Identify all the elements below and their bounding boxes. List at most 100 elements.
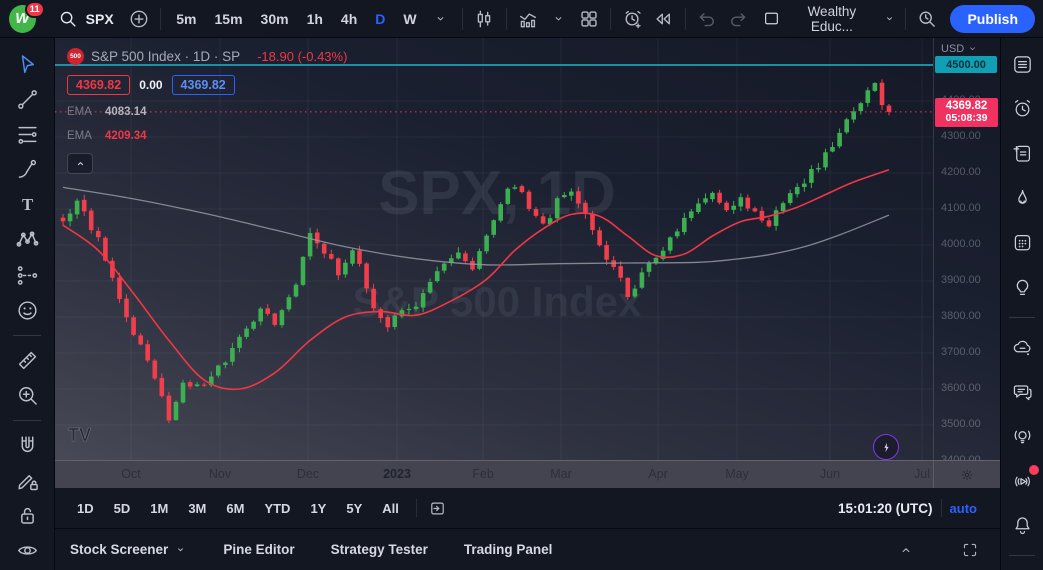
toolbar-divider [941, 499, 942, 517]
timeframe-5m[interactable]: 5m [167, 4, 205, 34]
ruler-tool[interactable] [8, 345, 46, 376]
server-clock[interactable]: 15:01:20 (UTC) [838, 501, 933, 516]
brush-tool[interactable] [8, 154, 46, 185]
trend-line-tool[interactable] [8, 84, 46, 115]
time-axis[interactable]: OctNovDec2023FebMarAprMayJunJul [55, 460, 1000, 488]
timeframe-15m[interactable]: 15m [206, 4, 252, 34]
timeframe-menu-chevron[interactable] [426, 4, 457, 34]
sp500-logo-badge: 500 [67, 48, 84, 65]
alert-price-badge[interactable]: 4500.00 [935, 56, 997, 73]
timeframe-D[interactable]: D [366, 4, 394, 34]
economic-calendar-icon[interactable] [1005, 228, 1039, 259]
time-label-Jul: Jul [914, 461, 930, 489]
xabcd-pattern-tool[interactable] [8, 224, 46, 255]
create-alert-button[interactable] [617, 4, 648, 34]
videos-play-icon[interactable] [1005, 466, 1039, 497]
emoji-tool[interactable] [8, 295, 46, 326]
time-label-Jun: Jun [820, 461, 840, 489]
notifications-bell-icon[interactable] [1005, 510, 1039, 541]
indicators-button[interactable] [513, 4, 544, 34]
price-tick: 3900.00 [941, 274, 981, 286]
undo-button[interactable] [692, 4, 723, 34]
axis-settings-corner [933, 461, 1000, 489]
toolbar-divider [905, 8, 906, 30]
price-tick: 3800.00 [941, 310, 981, 322]
range-1Y[interactable]: 1Y [301, 496, 335, 520]
save-layout-button[interactable]: Wealthy Educ... [753, 4, 905, 34]
drawing-toolbar: T [0, 38, 55, 570]
range-All[interactable]: All [373, 496, 408, 520]
timeframe-1h[interactable]: 1h [298, 4, 332, 34]
chart-style-button[interactable] [469, 4, 500, 34]
sell-price-box[interactable]: 4369.82 [67, 75, 130, 95]
indicator-row-ema-fast[interactable]: EMA 4209.34 [67, 128, 347, 143]
maximize-panel-button[interactable] [957, 538, 983, 562]
auto-scale-button[interactable]: auto [950, 501, 977, 516]
toolbar-divider [416, 499, 417, 517]
fib-retracement-tool[interactable] [8, 119, 46, 150]
symbol-search-button[interactable]: SPX [47, 4, 124, 34]
series-title[interactable]: S&P 500 Index · 1D · SP [91, 49, 240, 64]
text-tool[interactable]: T [8, 189, 46, 220]
lock-tool[interactable] [8, 500, 46, 531]
zoom-in-tool[interactable] [8, 380, 46, 411]
forecast-tool[interactable] [8, 259, 46, 290]
right-sidebar [1000, 38, 1043, 570]
stock-screener-tab[interactable]: Stock Screener [70, 542, 187, 557]
publish-button[interactable]: Publish [950, 5, 1035, 33]
price-axis[interactable]: USD 4400.004300.004200.004100.004000.003… [933, 38, 1000, 460]
expand-panel-button[interactable] [893, 538, 919, 562]
last-price-badge[interactable]: 4369.82 05:08:39 [935, 98, 998, 127]
streams-bulb-icon[interactable] [1005, 421, 1039, 452]
chart-legend: 500 S&P 500 Index · 1D · SP -18.90 (-0.4… [67, 46, 347, 174]
range-YTD[interactable]: YTD [255, 496, 299, 520]
redo-button[interactable] [722, 4, 753, 34]
chat-icon[interactable] [1005, 376, 1039, 407]
eye-tool[interactable] [8, 535, 46, 566]
range-6M[interactable]: 6M [217, 496, 253, 520]
hotlists-flame-icon[interactable] [1005, 183, 1039, 214]
search-icon [57, 8, 79, 30]
tradingview-logo[interactable]: TV [67, 424, 103, 451]
strategy-tester-tab[interactable]: Strategy Tester [331, 542, 428, 557]
collapse-legend-button[interactable] [67, 153, 93, 174]
axis-settings-gear[interactable] [954, 463, 980, 487]
timeframe-4h[interactable]: 4h [332, 4, 366, 34]
trading-panel-tab[interactable]: Trading Panel [464, 542, 553, 557]
magnet-tool[interactable] [8, 430, 46, 461]
alerts-clock-icon[interactable] [1005, 94, 1039, 125]
timeframe-W[interactable]: W [394, 4, 425, 34]
timeframe-30m[interactable]: 30m [252, 4, 298, 34]
ideas-bulb-icon[interactable] [1005, 272, 1039, 303]
app-logo[interactable]: W 11 [8, 4, 37, 34]
boost-button[interactable] [873, 434, 899, 460]
go-to-date-button[interactable] [425, 496, 451, 520]
minds-cloud-icon[interactable] [1005, 332, 1039, 363]
watchlist-icon[interactable] [1005, 49, 1039, 80]
journal-plus-icon[interactable] [1005, 138, 1039, 169]
screener-chevron-icon [174, 543, 187, 556]
range-3M[interactable]: 3M [179, 496, 215, 520]
quick-search-button[interactable] [912, 4, 943, 34]
chart-pane[interactable]: SPX, 1DS&P 500 Index 500 S&P 500 Index ·… [55, 38, 1000, 460]
price-tick: 3400.00 [941, 454, 981, 460]
buy-price-box[interactable]: 4369.82 [172, 75, 235, 95]
cursor-tool[interactable] [8, 49, 46, 80]
range-1M[interactable]: 1M [141, 496, 177, 520]
indicators-menu-chevron[interactable] [543, 4, 574, 34]
range-1D[interactable]: 1D [68, 496, 103, 520]
range-5Y[interactable]: 5Y [337, 496, 371, 520]
drawing-lock-tool[interactable] [8, 465, 46, 496]
symbol-title-row: 500 S&P 500 Index · 1D · SP -18.90 (-0.4… [67, 46, 347, 66]
bar-replay-button[interactable] [648, 4, 679, 34]
bid-ask-row: 4369.82 0.00 4369.82 [67, 75, 347, 95]
notification-dot [1029, 465, 1039, 475]
pine-editor-tab[interactable]: Pine Editor [223, 542, 294, 557]
compare-add-button[interactable] [124, 4, 155, 34]
layout-grid-button[interactable] [574, 4, 605, 34]
indicator-row-ema-slow[interactable]: EMA 4083.14 [67, 104, 347, 119]
currency-selector[interactable]: USD [941, 42, 979, 55]
ema-label: EMA [67, 106, 105, 118]
time-label-Dec: Dec [297, 461, 319, 489]
range-5D[interactable]: 5D [105, 496, 140, 520]
